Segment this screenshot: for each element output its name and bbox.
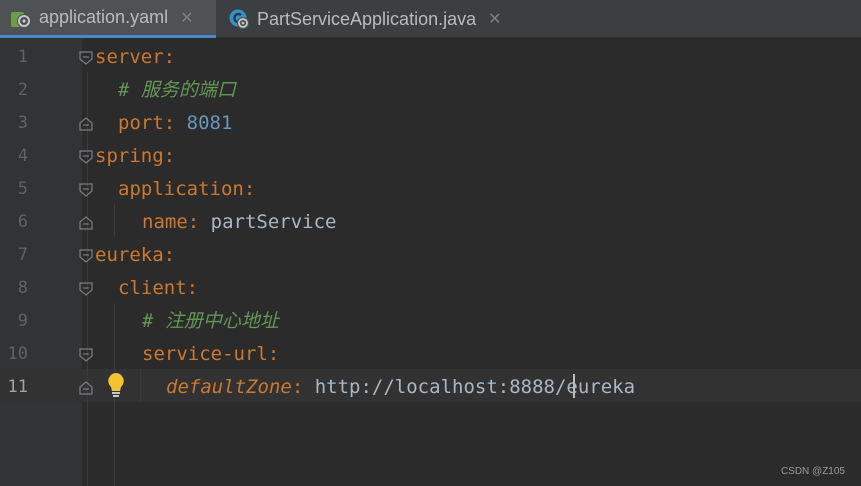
line-number: 7 bbox=[17, 245, 28, 265]
line-number: 4 bbox=[17, 146, 28, 166]
line-number: 3 bbox=[17, 113, 28, 133]
fold-open-icon[interactable] bbox=[79, 282, 93, 296]
code-line: eureka: bbox=[95, 244, 176, 266]
fold-open-icon[interactable] bbox=[79, 183, 93, 197]
code-line: client: bbox=[118, 277, 199, 299]
close-icon[interactable]: ✕ bbox=[488, 9, 501, 29]
spring-yaml-icon bbox=[11, 11, 31, 28]
tab-application-yaml[interactable]: application.yaml ✕ bbox=[0, 0, 216, 38]
code-line: # 服务的端口 bbox=[118, 79, 236, 101]
fold-open-icon[interactable] bbox=[79, 249, 93, 263]
code-line: service-url: bbox=[142, 343, 280, 365]
line-number: 9 bbox=[17, 311, 28, 331]
fold-open-icon[interactable] bbox=[79, 348, 93, 362]
indent-guide bbox=[140, 369, 141, 402]
line-number: 8 bbox=[17, 278, 28, 298]
line-number: 5 bbox=[17, 179, 28, 199]
lightbulb-icon[interactable] bbox=[106, 372, 126, 398]
indent-guide bbox=[87, 72, 88, 486]
fold-open-icon[interactable] bbox=[79, 150, 93, 164]
line-number: 2 bbox=[17, 80, 28, 100]
code-line: application: bbox=[118, 178, 256, 200]
line-number: 1 bbox=[17, 47, 28, 67]
code-line-current: defaultZone: http://localhost:8888/eurek… bbox=[166, 376, 636, 398]
spring-java-class-icon bbox=[229, 9, 249, 29]
text-caret bbox=[573, 374, 575, 398]
editor-tab-bar: application.yaml ✕ PartServiceApplicatio… bbox=[0, 0, 861, 38]
fold-close-icon[interactable] bbox=[79, 117, 93, 131]
line-number-current: 11 bbox=[7, 377, 28, 397]
tab-label: application.yaml bbox=[39, 7, 169, 27]
code-line: server: bbox=[95, 46, 176, 68]
code-line: spring: bbox=[95, 145, 176, 167]
close-icon[interactable]: ✕ bbox=[180, 8, 193, 28]
code-line: port: 8081 bbox=[118, 112, 233, 134]
line-number: 10 bbox=[7, 344, 28, 364]
watermark: CSDN @Z105 bbox=[780, 466, 845, 477]
fold-open-icon[interactable] bbox=[79, 51, 93, 65]
indent-guide bbox=[114, 204, 115, 237]
tab-part-service-application-java[interactable]: PartServiceApplication.java ✕ bbox=[218, 0, 528, 38]
fold-close-icon[interactable] bbox=[79, 381, 93, 395]
fold-close-icon[interactable] bbox=[79, 216, 93, 230]
code-line: name: partService bbox=[142, 211, 337, 233]
code-line: # 注册中心地址 bbox=[142, 310, 279, 332]
tab-label: PartServiceApplication.java bbox=[257, 8, 477, 29]
line-number: 6 bbox=[17, 212, 28, 232]
